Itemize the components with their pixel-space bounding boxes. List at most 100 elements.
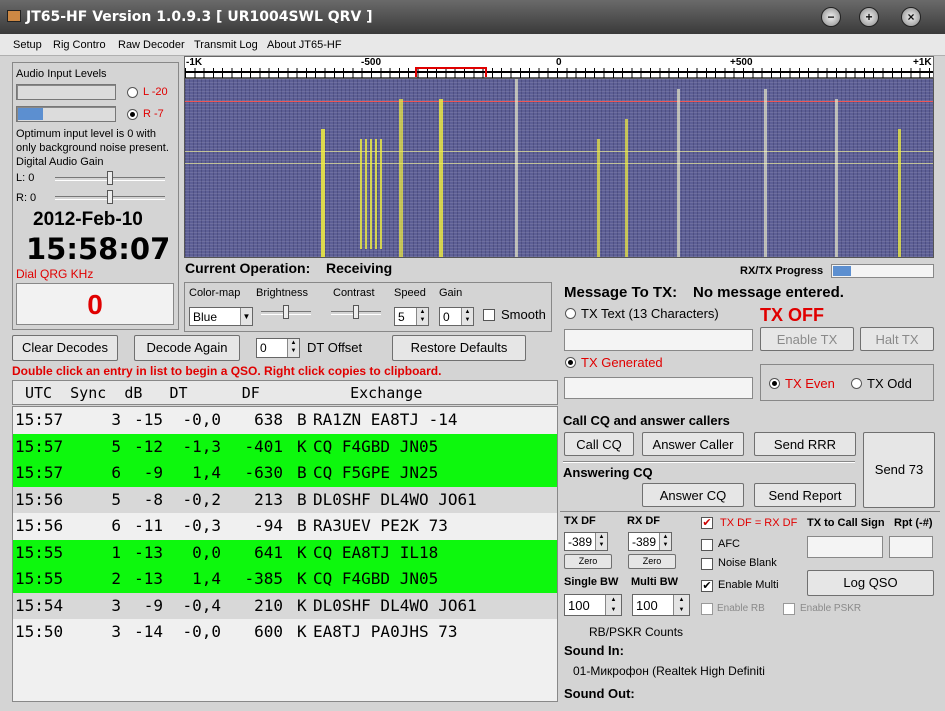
progress-fill	[833, 266, 852, 276]
scale-baseline	[185, 71, 933, 73]
decode-list[interactable]: 15:57 3 -15 -0,0 638 B RA1ZN EA8TJ -14 15:57 5 -1…	[12, 406, 558, 702]
cq-section-title: Call CQ and answer callers	[563, 413, 730, 428]
table-row[interactable]: 15:50 3 -14 -0,0 600 K EA8TJ PA0JHS 73	[13, 619, 557, 646]
decode-exchange: CQ F4GBD JN05	[313, 436, 439, 456]
tx-text-label: TX Text (13 Characters)	[581, 306, 719, 321]
dial-qrg-label: Dial QRG KHz	[16, 267, 94, 281]
decode-sync: 3	[111, 622, 121, 641]
rx-bandwidth-marker	[415, 67, 487, 77]
log-qso-button[interactable]: Log QSO	[807, 570, 934, 596]
decode-again-button[interactable]: Decode Again	[134, 335, 240, 361]
answering-cq-label: Answering CQ	[563, 465, 653, 480]
single-bw-label: Single BW	[564, 576, 619, 588]
tx-to-call-input[interactable]	[807, 536, 883, 558]
table-row[interactable]: 15:56 6 -11 -0,3 -94 B RA3UEV PE2K 73	[13, 513, 557, 540]
table-row[interactable]: 15:55 1 -13 0,0 641 K CQ EA8TJ IL18	[13, 539, 557, 566]
table-row[interactable]: 15:55 2 -13 1,4 -385 K CQ F4GBD JN05	[13, 566, 557, 593]
multi-bw-stepper[interactable]: 100 ▲ ▼	[632, 594, 690, 616]
decode-mode: K	[297, 622, 307, 641]
tx-generated-input[interactable]	[564, 377, 753, 399]
enable-multi-checkbox[interactable]: ✔	[701, 580, 713, 592]
window-title: JT65-HF Version 1.0.9.3 [ UR1004SWL QRV …	[26, 9, 373, 25]
tx-odd-radio[interactable]	[851, 378, 862, 389]
rx-df-zero-button[interactable]: Zero	[628, 554, 676, 569]
right-level-fill	[18, 108, 44, 120]
report-input[interactable]	[889, 536, 933, 558]
menu-rig-control[interactable]: Rig Contro	[53, 39, 106, 51]
restore-defaults-button[interactable]: Restore Defaults	[392, 335, 526, 361]
menu-bar: Setup Rig Contro Raw Decoder Transmit Lo…	[0, 34, 945, 56]
clear-decodes-button[interactable]: Clear Decodes	[12, 335, 118, 361]
close-button[interactable]: ×	[901, 7, 921, 27]
decode-db: -15	[134, 410, 163, 429]
menu-raw-decoder[interactable]: Raw Decoder	[118, 39, 185, 51]
decode-exchange: CQ F4GBD JN05	[313, 569, 439, 588]
smooth-checkbox[interactable]	[483, 309, 495, 321]
tx-df-lock-checkbox[interactable]: ✔	[701, 517, 713, 529]
dt-offset-stepper[interactable]: 0 ▲ ▼	[256, 338, 300, 358]
tx-generated-label: TX Generated	[581, 355, 663, 370]
title-bar[interactable]: JT65-HF Version 1.0.9.3 [ UR1004SWL QRV …	[0, 0, 945, 34]
decode-sync: 3	[111, 410, 121, 429]
decode-exchange: RA3UEV PE2K 73	[313, 516, 448, 535]
decode-utc: 15:56	[15, 516, 64, 535]
signal-trace	[677, 89, 680, 257]
send-rrr-button[interactable]: Send RRR	[754, 432, 856, 456]
enable-rb-checkbox[interactable]	[701, 603, 713, 615]
menu-transmit-log[interactable]: Transmit Log	[194, 39, 258, 51]
tx-text-radio[interactable]	[565, 308, 576, 319]
left-channel-radio[interactable]	[127, 87, 138, 98]
table-row[interactable]: 15:57 6 -9 1,4 -630 B CQ F5GPE JN25	[13, 460, 557, 487]
enable-pskr-checkbox[interactable]	[783, 603, 795, 615]
gain-label: Gain	[439, 287, 463, 299]
decode-db: -9	[143, 595, 163, 615]
menu-setup[interactable]: Setup	[13, 39, 42, 51]
decode-exchange: RA1ZN EA8TJ -14	[313, 410, 458, 429]
gain-stepper[interactable]: 0 ▲ ▼	[439, 307, 474, 326]
maximize-button[interactable]: +	[859, 7, 879, 27]
noise-blank-checkbox[interactable]	[701, 558, 713, 570]
gain-value: 0	[443, 310, 450, 324]
right-channel-radio[interactable]	[127, 109, 138, 120]
gain-r-slider[interactable]	[55, 190, 165, 204]
dial-qrg-display[interactable]: 0	[16, 283, 174, 325]
decode-mode: K	[297, 595, 307, 615]
tx-text-input[interactable]	[564, 329, 753, 351]
colormap-select[interactable]: Blue ▼	[189, 307, 253, 326]
contrast-slider[interactable]	[331, 305, 381, 319]
scale-label-minus-500: -500	[361, 57, 382, 68]
signal-trace	[835, 99, 838, 257]
gain-l-slider[interactable]	[55, 171, 165, 185]
enable-tx-button[interactable]: Enable TX	[760, 327, 854, 351]
send-73-button[interactable]: Send 73	[863, 432, 935, 508]
decode-utc: 15:56	[15, 489, 64, 509]
send-report-button[interactable]: Send Report	[754, 483, 856, 507]
afc-checkbox[interactable]	[701, 539, 713, 551]
tx-df-stepper[interactable]: -389 ▲ ▼	[564, 532, 608, 551]
spinner-arrows-icon: ▲ ▼	[416, 308, 428, 325]
signal-trace	[399, 99, 403, 257]
menu-about[interactable]: About JT65-HF	[267, 39, 342, 51]
decode-utc: 15:54	[15, 595, 64, 615]
current-operation-value: Receiving	[326, 260, 393, 276]
minimize-button[interactable]: −	[821, 7, 841, 27]
table-row[interactable]: 15:57 5 -12 -1,3 -401 K CQ F4GBD JN05	[13, 433, 557, 460]
call-cq-button[interactable]: Call CQ	[564, 432, 634, 456]
rx-df-stepper[interactable]: -389 ▲ ▼	[628, 532, 672, 551]
halt-tx-button[interactable]: Halt TX	[860, 327, 934, 351]
waterfall-display[interactable]	[184, 78, 934, 258]
decode-dt: -0,3	[182, 516, 221, 535]
tx-even-radio[interactable]	[769, 378, 780, 389]
tx-generated-radio[interactable]	[565, 357, 576, 368]
answer-caller-button[interactable]: Answer Caller	[642, 432, 744, 456]
table-row[interactable]: 15:57 3 -15 -0,0 638 B RA1ZN EA8TJ -14	[13, 407, 557, 434]
tx-df-zero-button[interactable]: Zero	[564, 554, 612, 569]
signal-trace	[515, 79, 518, 257]
table-row[interactable]: 15:54 3 -9 -0,4 210 K DL0SHF DL4WO JO61	[13, 592, 557, 619]
brightness-slider[interactable]	[261, 305, 311, 319]
answer-cq-button[interactable]: Answer CQ	[642, 483, 744, 507]
speed-stepper[interactable]: 5 ▲ ▼	[394, 307, 429, 326]
decode-utc: 15:57	[15, 463, 64, 482]
table-row[interactable]: 15:56 5 -8 -0,2 213 B DL0SHF DL4WO JO61	[13, 486, 557, 513]
single-bw-stepper[interactable]: 100 ▲ ▼	[564, 594, 622, 616]
